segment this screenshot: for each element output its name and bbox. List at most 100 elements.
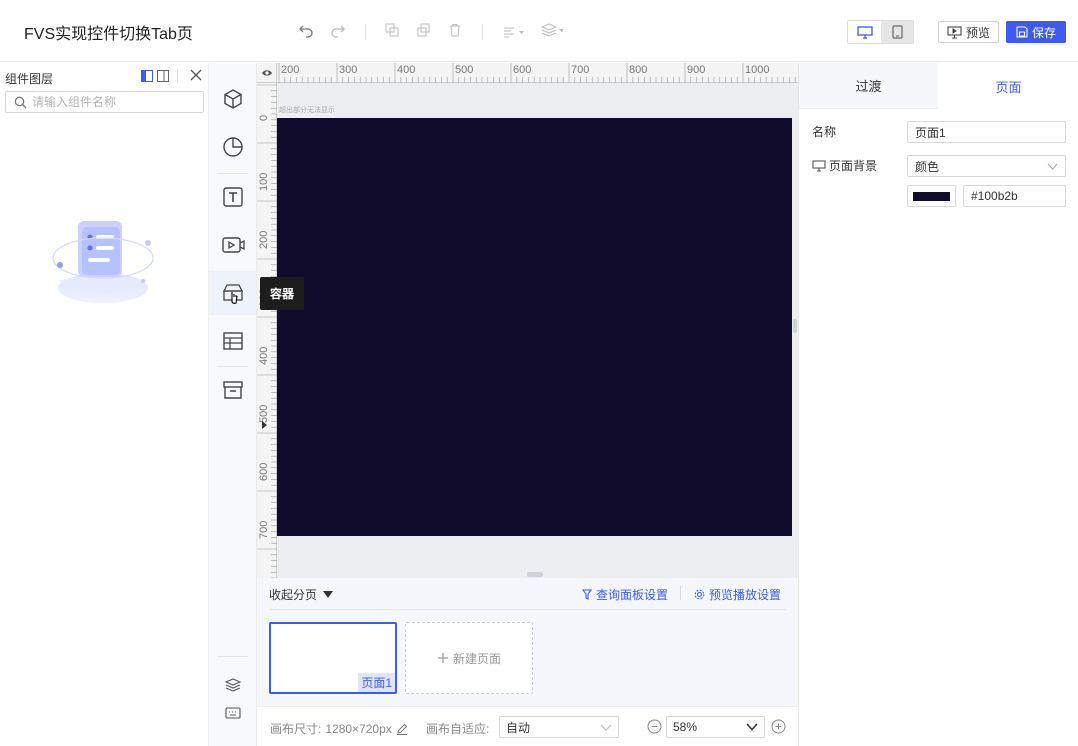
container-component-icon[interactable] xyxy=(209,271,256,315)
tab-transition[interactable]: 过渡 xyxy=(799,63,938,109)
page-strip: 收起分页 查询面板设置 预览播放设置 页面1 新建页面 xyxy=(257,578,798,706)
caret-down-icon xyxy=(323,591,334,598)
strip-divider xyxy=(680,586,681,600)
preview-play-label: 预览播放设置 xyxy=(709,588,782,602)
paste-icon[interactable] xyxy=(417,23,431,43)
archive-component-icon[interactable] xyxy=(209,368,256,412)
toolbar-divider xyxy=(365,24,366,40)
keyboard-icon[interactable] xyxy=(209,695,256,731)
empty-state-illustration xyxy=(48,213,158,316)
save-button[interactable]: 保存 xyxy=(1006,21,1066,43)
desktop-view-button[interactable] xyxy=(848,21,881,43)
tab-page[interactable]: 页面 xyxy=(938,63,1078,109)
ruler-label: 100 xyxy=(258,172,270,191)
dock-right-icon[interactable] xyxy=(157,70,169,85)
dock-left-icon[interactable] xyxy=(141,70,153,85)
canvas-size-value: 1280×720px xyxy=(325,721,392,736)
page-name-input[interactable] xyxy=(907,121,1066,143)
edit-icon[interactable] xyxy=(396,723,408,735)
table-component-icon[interactable] xyxy=(209,319,256,363)
ruler-label: 900 xyxy=(687,64,706,76)
delete-icon[interactable] xyxy=(448,23,462,43)
device-toggle xyxy=(847,20,914,44)
preview-label: 预览 xyxy=(965,25,990,40)
canvas-size-label: 画布尺寸: xyxy=(270,722,322,736)
canvas-adapt-select[interactable]: 自动 xyxy=(499,716,619,738)
plus-icon xyxy=(437,653,448,663)
canvas-hint: 超出部分无法显示 xyxy=(279,107,335,114)
chevron-down-icon xyxy=(600,724,612,731)
ruler-label: 300 xyxy=(339,64,358,76)
ruler-label: 200 xyxy=(258,230,270,249)
preview-play-settings-button[interactable]: 预览播放设置 xyxy=(694,586,781,603)
monitor-icon xyxy=(856,25,873,39)
color-swatch xyxy=(913,192,950,201)
properties-panel: 过渡 页面 名称 页面背景 颜色 xyxy=(798,63,1078,746)
page-thumbnail[interactable]: 页面1 xyxy=(269,622,397,694)
rail-divider xyxy=(217,656,248,657)
copy-icon[interactable] xyxy=(385,23,399,43)
align-icon[interactable] xyxy=(503,24,525,44)
color-picker-button[interactable] xyxy=(907,185,956,207)
query-panel-label: 查询面板设置 xyxy=(596,588,669,602)
header-divider xyxy=(177,69,178,83)
strip-line xyxy=(269,609,786,610)
ruler-label: 400 xyxy=(258,346,270,365)
ruler-top: 200 300 400 500 600 700 800 900 1000 xyxy=(277,63,798,83)
search-input[interactable] xyxy=(32,94,197,110)
text-component-icon[interactable] xyxy=(209,175,256,219)
layer-panel: 组件图层 xyxy=(0,63,209,746)
zoom-out-icon[interactable] xyxy=(647,719,662,734)
ruler-left-ticks xyxy=(257,84,277,578)
expand-panel-icon[interactable] xyxy=(261,419,269,431)
query-panel-settings-button[interactable]: 查询面板设置 xyxy=(582,586,668,603)
color-hex-input[interactable] xyxy=(963,185,1066,207)
ruler-label: 800 xyxy=(629,64,648,76)
chevron-down-icon xyxy=(1047,163,1058,170)
canvas-bottom-bar: 画布尺寸: 1280×720px 画布自适应: 自动 58% xyxy=(257,706,798,746)
eye-icon[interactable] xyxy=(257,63,277,83)
search-icon xyxy=(14,96,27,109)
canvas-adapt-label: 画布自适应: xyxy=(426,722,490,736)
new-page-label: 新建页面 xyxy=(452,651,501,666)
vertical-scrollbar[interactable] xyxy=(793,319,797,333)
page-background-label: 页面背景 xyxy=(829,159,878,173)
zoom-in-icon[interactable] xyxy=(771,719,786,734)
ruler-label: 400 xyxy=(397,64,416,76)
ruler-label: 1000 xyxy=(745,64,770,76)
chart-component-icon[interactable] xyxy=(209,125,256,169)
toolbar-divider xyxy=(482,24,483,40)
ruler-left: 0 100 200 300 400 500 600 700 xyxy=(257,83,277,578)
horizontal-scrollbar[interactable] xyxy=(527,572,543,577)
ruler-label: 700 xyxy=(258,520,270,539)
undo-icon[interactable] xyxy=(298,22,314,44)
media-component-icon[interactable] xyxy=(209,223,256,267)
page-thumbnail-label: 页面1 xyxy=(358,673,395,692)
redo-icon[interactable] xyxy=(330,22,346,44)
collapse-pages-label: 收起分页 xyxy=(269,588,318,602)
gear-icon xyxy=(694,589,705,600)
canvas-page[interactable] xyxy=(277,118,792,536)
background-type-select[interactable]: 颜色 xyxy=(907,155,1066,177)
new-page-button[interactable]: 新建页面 xyxy=(405,622,533,694)
zoom-select[interactable]: 58% xyxy=(666,716,765,738)
phone-icon xyxy=(891,25,903,39)
layer-panel-title: 组件图层 xyxy=(5,72,54,86)
background-type-value: 颜色 xyxy=(915,159,940,174)
page-title: FVS实现控件切换Tab页 xyxy=(24,26,193,43)
filter-icon xyxy=(582,589,592,600)
canvas-area[interactable]: 200 300 400 500 600 700 800 900 1000 0 1… xyxy=(257,63,798,578)
close-icon[interactable] xyxy=(190,69,202,84)
preview-button[interactable]: 预览 xyxy=(938,21,999,43)
3d-component-icon[interactable] xyxy=(209,77,256,121)
zoom-value: 58% xyxy=(673,720,698,734)
ruler-label: 600 xyxy=(258,462,270,481)
mobile-view-button[interactable] xyxy=(881,21,913,43)
ruler-label: 500 xyxy=(455,64,474,76)
layer-order-icon[interactable] xyxy=(540,23,565,43)
collapse-pages-toggle[interactable]: 收起分页 xyxy=(269,586,334,603)
canvas-size: 画布尺寸: 1280×720px xyxy=(270,720,408,737)
save-label: 保存 xyxy=(1031,25,1056,40)
component-rail xyxy=(209,63,257,746)
ruler-label: 200 xyxy=(281,64,300,76)
